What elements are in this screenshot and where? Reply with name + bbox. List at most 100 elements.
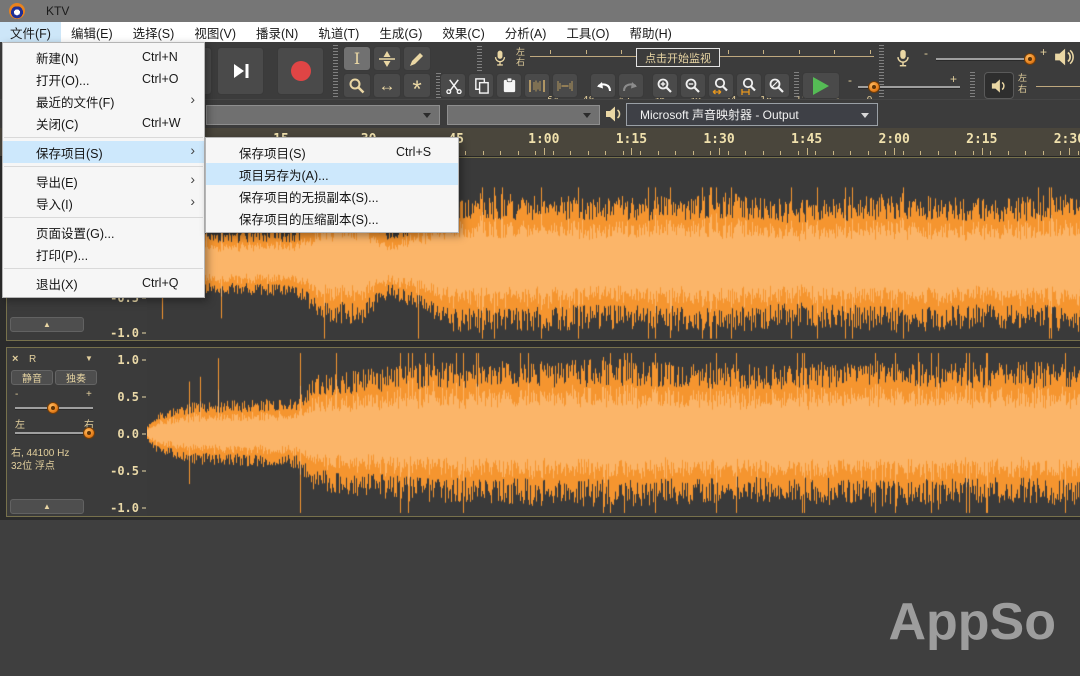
skip-to-end-button[interactable] bbox=[217, 47, 264, 95]
tools-toolbar-grip[interactable] bbox=[477, 46, 482, 71]
menubar-item[interactable]: 生成(G) bbox=[369, 22, 432, 42]
fit-project-icon bbox=[740, 77, 758, 95]
copy-button[interactable] bbox=[468, 73, 494, 98]
menubar-item[interactable]: 工具(O) bbox=[556, 22, 619, 42]
track-lower-collapse-button[interactable]: ▲ bbox=[10, 499, 84, 514]
rec-volume-slider-knob[interactable] bbox=[1024, 53, 1036, 65]
timeline-minor-tick bbox=[745, 151, 746, 155]
menu-item[interactable]: 打开(O)...Ctrl+O bbox=[3, 68, 204, 90]
menu-item[interactable]: 保存项目(S)Ctrl+S bbox=[206, 141, 458, 163]
draw-tool-button[interactable] bbox=[403, 46, 431, 71]
redo-button[interactable] bbox=[618, 73, 644, 98]
gain-minus-label: - bbox=[15, 389, 18, 400]
menu-item[interactable]: 保存项目的压缩副本(S)... bbox=[206, 207, 458, 229]
menu-item-label: 页面设置(G)... bbox=[36, 223, 114, 242]
track-name[interactable]: R bbox=[29, 354, 36, 365]
recording-channels-dropdown[interactable] bbox=[447, 105, 600, 125]
menu-item[interactable]: 打印(P)... bbox=[3, 243, 204, 265]
menu-item-label: 保存项目的无损副本(S)... bbox=[239, 187, 379, 206]
asterisk-icon: * bbox=[412, 85, 421, 95]
rec-meter-tick bbox=[799, 50, 800, 54]
amplitude-tick bbox=[142, 397, 146, 398]
gain-slider-knob[interactable] bbox=[47, 402, 59, 414]
menu-item[interactable]: 保存项目的无损副本(S)... bbox=[206, 185, 458, 207]
record-button[interactable] bbox=[277, 47, 324, 95]
zoom-out-button[interactable] bbox=[680, 73, 706, 98]
pb-meter-scale-line bbox=[1036, 86, 1080, 87]
track-lower-vertical-ruler[interactable]: 1.00.50.0-0.5-1.0 bbox=[100, 348, 148, 516]
play-at-speed-button[interactable] bbox=[802, 72, 840, 99]
recording-device-dropdown[interactable] bbox=[206, 105, 440, 125]
timeline-major-tick bbox=[982, 148, 983, 155]
menu-bar: 文件(F)编辑(E)选择(S)视图(V)播录(N)轨道(T)生成(G)效果(C)… bbox=[0, 22, 1080, 42]
recording-meter-mic-button[interactable] bbox=[487, 46, 513, 70]
undo-button[interactable] bbox=[590, 73, 616, 98]
menu-item-label: 退出(X) bbox=[36, 274, 78, 293]
silence-audio-button[interactable] bbox=[552, 73, 578, 98]
fit-project-button[interactable] bbox=[736, 73, 762, 98]
timeline-minor-tick bbox=[1008, 151, 1009, 155]
zoom-tool-button[interactable] bbox=[343, 73, 371, 98]
selection-tool-button[interactable]: I bbox=[343, 46, 371, 71]
menu-item-label: 项目另存为(A)... bbox=[239, 165, 329, 184]
menu-item[interactable]: 项目另存为(A)... bbox=[206, 163, 458, 185]
speed-minus: - bbox=[848, 73, 852, 87]
menu-item[interactable]: 最近的文件(F)› bbox=[3, 90, 204, 112]
timeline-minor-tick bbox=[1078, 151, 1079, 155]
mute-button[interactable]: 静音 bbox=[11, 370, 53, 385]
menubar-item[interactable]: 文件(F) bbox=[0, 22, 61, 42]
track-upper-collapse-button[interactable]: ▲ bbox=[10, 317, 84, 332]
amplitude-label: -0.5 bbox=[110, 464, 139, 478]
title-bar: KTV bbox=[0, 0, 1080, 22]
track-menu-chevron-icon[interactable]: ▼ bbox=[85, 354, 93, 363]
zoom-toggle-button[interactable] bbox=[764, 73, 790, 98]
playback-meter-speaker-button[interactable] bbox=[984, 72, 1014, 99]
amplitude-tick bbox=[142, 333, 146, 334]
track-close-button[interactable]: × bbox=[12, 353, 18, 365]
menu-item[interactable]: 导入(I)› bbox=[3, 192, 204, 214]
timeline-minor-tick bbox=[553, 151, 554, 155]
menubar-item[interactable]: 视图(V) bbox=[184, 22, 246, 42]
envelope-tool-button[interactable] bbox=[373, 46, 401, 71]
menubar-item[interactable]: 效果(C) bbox=[432, 22, 494, 42]
envelope-icon bbox=[377, 50, 397, 68]
monitor-prompt[interactable]: 点击开始监视 bbox=[636, 48, 720, 67]
timeline-minor-tick bbox=[850, 151, 851, 155]
menu-item[interactable]: 退出(X) Ctrl+Q bbox=[3, 272, 204, 294]
menubar-item[interactable]: 播录(N) bbox=[246, 22, 308, 42]
menu-item[interactable]: 新建(N)Ctrl+N bbox=[3, 46, 204, 68]
menubar-item[interactable]: 编辑(E) bbox=[61, 22, 123, 42]
track-lower-panel[interactable]: × R ▼ 静音 独奏 - + 左 右 右, 44100 Hz 32位 浮点 ▲ bbox=[7, 348, 101, 516]
menubar-item[interactable]: 帮助(H) bbox=[619, 22, 681, 42]
solo-button[interactable]: 独奏 bbox=[55, 370, 97, 385]
play-speed-toolbar-grip[interactable] bbox=[794, 72, 799, 98]
transport-toolbar-grip[interactable] bbox=[333, 45, 338, 97]
amplitude-tick bbox=[142, 434, 146, 435]
trim-audio-button[interactable] bbox=[524, 73, 550, 98]
menu-item-shortcut: Ctrl+Q bbox=[142, 276, 196, 290]
playback-volume-speaker-icon[interactable] bbox=[1052, 47, 1076, 67]
playback-device-dropdown[interactable]: Microsoft 声音映射器 - Output bbox=[626, 103, 878, 126]
menu-item[interactable]: 关闭(C)Ctrl+W bbox=[3, 112, 204, 134]
menu-item[interactable]: 导出(E)› bbox=[3, 170, 204, 192]
menubar-item[interactable]: 选择(S) bbox=[123, 22, 185, 42]
track-lower-waveform[interactable] bbox=[147, 348, 1080, 516]
cut-button[interactable] bbox=[440, 73, 466, 98]
timeshift-tool-button[interactable]: ↔ bbox=[373, 73, 401, 98]
scissors-icon bbox=[445, 77, 462, 94]
pan-slider-knob[interactable] bbox=[83, 427, 95, 439]
menubar-item[interactable]: 轨道(T) bbox=[308, 22, 369, 42]
meter-toolbar-grip[interactable] bbox=[879, 45, 884, 97]
amplitude-label: -1.0 bbox=[110, 326, 139, 340]
menu-item[interactable]: 页面设置(G)... bbox=[3, 221, 204, 243]
paste-button[interactable] bbox=[496, 73, 522, 98]
menubar-item[interactable]: 分析(A) bbox=[495, 22, 557, 42]
speed-slider-knob[interactable] bbox=[868, 81, 880, 93]
multi-tool-button[interactable]: * bbox=[403, 73, 431, 98]
zoom-in-button[interactable] bbox=[652, 73, 678, 98]
pan-slider-track[interactable] bbox=[15, 432, 93, 434]
menu-item[interactable]: 保存项目(S)› bbox=[3, 141, 204, 163]
playback-meter-grip[interactable] bbox=[970, 72, 975, 99]
rec-volume-slider-track[interactable] bbox=[936, 58, 1036, 60]
zoom-selection-button[interactable] bbox=[708, 73, 734, 98]
